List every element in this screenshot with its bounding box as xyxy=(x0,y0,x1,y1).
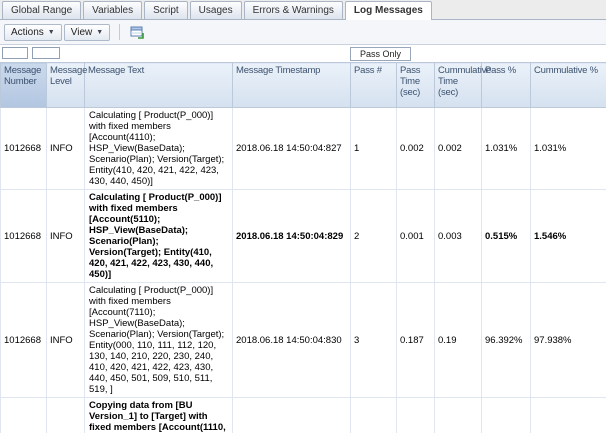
cell-cumulative-pct: 1.546% xyxy=(530,189,606,283)
cell-pass-number: 2 xyxy=(350,189,397,283)
cell-pass-pct: 96.392% xyxy=(481,282,531,398)
cell-message-number: 1012668 xyxy=(0,282,47,398)
column-header-cumulative-time[interactable]: Cummulative Time (sec) xyxy=(434,62,491,108)
pass-only-label: Pass Only xyxy=(350,47,412,61)
cell-pass-number: 1 xyxy=(350,107,397,190)
cell-pass-pct: 1.031% xyxy=(481,107,531,190)
cell-message-text: Calculating [ Product(P_000)] with fixed… xyxy=(84,282,233,398)
column-header-message-timestamp[interactable]: Message Timestamp xyxy=(232,62,351,108)
cell-message-text: Calculating [ Product(P_000)] with fixed… xyxy=(84,189,233,283)
cell-pass-number: 4 xyxy=(350,397,397,433)
cell-cumulative-time: 0.003 xyxy=(434,189,482,283)
column-header-pass-time[interactable]: Pass Time (sec) xyxy=(396,62,435,108)
cell-message-level: INFO xyxy=(46,189,85,283)
column-header-pass-pct[interactable]: Pass % xyxy=(481,62,531,108)
cell-pass-time: 0.003 xyxy=(396,397,435,433)
column-header-cumulative-pct[interactable]: Cummulative % xyxy=(530,62,606,108)
column-header-message-number[interactable]: Message Number xyxy=(0,62,47,108)
table-row[interactable]: 1012668 INFO Calculating [ Product(P_000… xyxy=(0,282,606,398)
chevron-down-icon: ▼ xyxy=(96,28,104,36)
column-header-message-text[interactable]: Message Text xyxy=(84,62,233,108)
chevron-down-icon: ▼ xyxy=(47,28,55,36)
cell-message-number: 1012553 xyxy=(0,397,47,433)
cell-message-timestamp: 2018.06.18 14:50:04:830 xyxy=(232,282,351,398)
cell-cumulative-time: 0.19 xyxy=(434,282,482,398)
cell-pass-time: 0.002 xyxy=(396,107,435,190)
tab-bar: Global Range Variables Script Usages Err… xyxy=(0,0,606,20)
column-header-message-level[interactable]: Message Level xyxy=(46,62,87,108)
cell-cumulative-time: 0.002 xyxy=(434,107,482,190)
toolbar: Actions ▼ View ▼ xyxy=(0,20,606,45)
cell-pass-pct: 1.546% xyxy=(481,397,531,433)
column-header-pass-number[interactable]: Pass # xyxy=(350,62,397,108)
cell-message-text: Copying data from [BU Version_1] to [Tar… xyxy=(84,397,233,433)
cell-pass-time: 0.001 xyxy=(396,189,435,283)
table-row[interactable]: 1012668 INFO Calculating [ Product(P_000… xyxy=(0,189,606,283)
log-messages-table: Message Number Message Level Message Tex… xyxy=(0,62,606,433)
cell-message-timestamp: 2018.06.18 14:50:05:017 xyxy=(232,397,351,433)
toolbar-separator xyxy=(119,24,121,40)
detach-icon[interactable] xyxy=(127,22,147,42)
cell-message-timestamp: 2018.06.18 14:50:04:829 xyxy=(232,189,351,283)
tab-script[interactable]: Script xyxy=(144,1,188,19)
cell-cumulative-pct: 99.485% xyxy=(530,397,606,433)
cell-pass-time: 0.187 xyxy=(396,282,435,398)
cell-cumulative-pct: 1.031% xyxy=(530,107,606,190)
table-row[interactable]: 1012553 INFO Copying data from [BU Versi… xyxy=(0,397,606,433)
cell-message-number: 1012668 xyxy=(0,107,47,190)
tab-global-range[interactable]: Global Range xyxy=(2,1,82,19)
filter-input-message-number[interactable] xyxy=(2,47,28,59)
cell-pass-pct: 0.515% xyxy=(481,189,531,283)
view-menu-button[interactable]: View ▼ xyxy=(63,23,111,41)
tab-log-messages[interactable]: Log Messages xyxy=(344,1,432,20)
filter-input-message-level[interactable] xyxy=(32,47,60,59)
view-menu-label: View xyxy=(70,26,93,38)
cell-pass-number: 3 xyxy=(350,282,397,398)
cell-message-level: INFO xyxy=(46,397,85,433)
cell-message-level: INFO xyxy=(46,282,85,398)
cell-message-timestamp: 2018.06.18 14:50:04:827 xyxy=(232,107,351,190)
cell-message-text: Calculating [ Product(P_000)] with fixed… xyxy=(84,107,233,190)
actions-menu-button[interactable]: Actions ▼ xyxy=(4,23,62,41)
tab-usages[interactable]: Usages xyxy=(189,1,242,19)
filter-row: Pass Only xyxy=(0,45,606,62)
tab-errors-warnings[interactable]: Errors & Warnings xyxy=(243,1,343,19)
cell-cumulative-pct: 97.938% xyxy=(530,282,606,398)
cell-message-number: 1012668 xyxy=(0,189,47,283)
header-row: Message Number Message Level Message Tex… xyxy=(0,62,606,108)
tab-variables[interactable]: Variables xyxy=(83,1,143,19)
table-row[interactable]: 1012668 INFO Calculating [ Product(P_000… xyxy=(0,107,606,190)
cell-cumulative-time: 0.193 xyxy=(434,397,482,433)
actions-menu-label: Actions xyxy=(11,26,44,38)
cell-message-level: INFO xyxy=(46,107,85,190)
